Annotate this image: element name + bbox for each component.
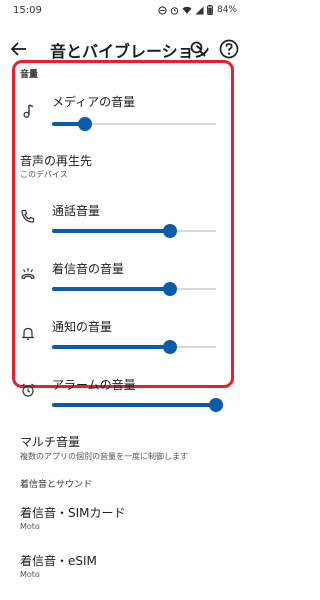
slider-thumb[interactable] bbox=[163, 282, 177, 296]
section-header-ringtones: 着信音とサウンド bbox=[20, 480, 93, 490]
music-note-icon bbox=[23, 104, 34, 118]
help-icon[interactable] bbox=[219, 39, 239, 59]
slider-thumb[interactable] bbox=[163, 340, 177, 354]
media-volume-label: メディアの音量 bbox=[52, 95, 136, 109]
call-volume-label: 通話音量 bbox=[52, 204, 101, 218]
alarm-icon bbox=[170, 6, 179, 15]
wifi-icon bbox=[182, 6, 192, 14]
alarm-clock-icon bbox=[21, 383, 35, 397]
phone-icon bbox=[21, 209, 35, 223]
status-bar: 15:09 84% bbox=[0, 0, 245, 22]
call-volume-slider[interactable] bbox=[52, 224, 216, 238]
alarm-volume-slider[interactable] bbox=[52, 398, 223, 412]
bell-icon bbox=[21, 327, 35, 340]
slider-thumb[interactable] bbox=[163, 224, 177, 238]
slider-thumb[interactable] bbox=[78, 117, 92, 131]
audio-output-subtitle: このデバイス bbox=[20, 170, 68, 179]
ring-volume-label: 着信音の音量 bbox=[52, 262, 125, 276]
ringtone-esim-subtitle: Moto bbox=[20, 570, 40, 579]
alarm-volume-label: アラームの音量 bbox=[52, 378, 136, 392]
multi-volume-title[interactable]: マルチ音量 bbox=[20, 433, 80, 450]
ring-volume-slider[interactable] bbox=[52, 282, 216, 296]
ringtone-sim-title[interactable]: 着信音・SIMカード bbox=[20, 504, 126, 521]
notification-volume-label: 通知の音量 bbox=[52, 320, 113, 334]
media-volume-slider[interactable] bbox=[52, 117, 216, 131]
multi-volume-subtitle: 複数のアプリの個別の音量を一度に制御します bbox=[20, 452, 188, 461]
status-icons: 84% bbox=[158, 4, 237, 16]
ring-muted-icon bbox=[21, 268, 35, 280]
notification-volume-slider[interactable] bbox=[52, 340, 216, 354]
battery-icon bbox=[207, 5, 213, 15]
search-icon[interactable] bbox=[189, 40, 207, 58]
battery-percent: 84% bbox=[216, 5, 237, 15]
ringtone-esim-title[interactable]: 着信音・eSIM bbox=[20, 552, 97, 569]
section-header-volume: 音量 bbox=[20, 70, 39, 80]
ringtone-sim-subtitle: Moto bbox=[20, 522, 40, 531]
status-time: 15:09 bbox=[13, 5, 42, 16]
do-not-disturb-icon bbox=[158, 5, 167, 15]
audio-output-title[interactable]: 音声の再生先 bbox=[20, 152, 92, 169]
page-title: 音とバイブレーション bbox=[50, 42, 210, 61]
signal-icon bbox=[195, 5, 204, 15]
arrow-left-icon[interactable] bbox=[10, 40, 28, 58]
slider-thumb[interactable] bbox=[209, 398, 223, 412]
